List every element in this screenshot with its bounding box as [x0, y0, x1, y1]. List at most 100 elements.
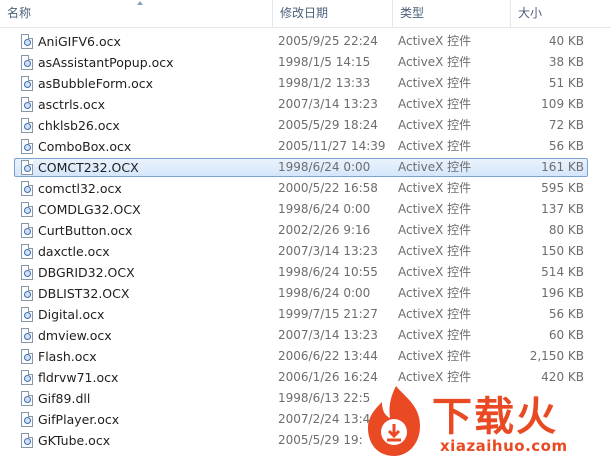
activex-file-icon	[21, 118, 33, 133]
file-size: 196 KB	[541, 286, 584, 300]
file-row[interactable]: asBubbleForm.ocx 1998/1/2 13:33 ActiveX 控件…	[0, 73, 611, 94]
file-row[interactable]: asAssistantPopup.ocx 1998/1/5 14:15 Active…	[0, 52, 611, 73]
file-date: 1998/1/5 14:15	[278, 55, 371, 69]
file-name: dmview.ocx	[38, 328, 112, 343]
file-name: chklsb26.ocx	[38, 118, 120, 133]
file-type: ActiveX 控件	[398, 244, 472, 258]
column-header-name-label: 名称	[7, 6, 32, 20]
activex-file-icon	[21, 244, 33, 259]
activex-file-icon	[21, 139, 33, 154]
file-date: 1998/6/24 0:00	[278, 202, 371, 216]
activex-file-icon	[21, 307, 33, 322]
file-row[interactable]: ComboBox.ocx 2005/11/27 14:39 ActiveX 控件 56…	[0, 136, 611, 157]
file-row[interactable]: daxctle.ocx 2007/3/14 13:23 ActiveX 控件 150 …	[0, 241, 611, 262]
column-header-type[interactable]: 类型	[392, 0, 510, 27]
file-name: asAssistantPopup.ocx	[38, 55, 174, 70]
file-name: GKTube.ocx	[38, 433, 111, 448]
file-type: ActiveX 控件	[398, 118, 472, 132]
file-type: ActiveX 控件	[398, 202, 472, 216]
flame-logo-icon	[368, 386, 420, 456]
file-row[interactable]: Digital.ocx 1999/7/15 21:27 ActiveX 控件 56 K…	[0, 304, 611, 325]
sort-ascending-icon	[137, 1, 143, 5]
column-header-name[interactable]: 名称	[0, 0, 272, 27]
file-type: ActiveX 控件	[398, 34, 472, 48]
file-date: 2005/5/29 18:24	[278, 118, 378, 132]
activex-file-icon	[21, 265, 33, 280]
file-type: ActiveX 控件	[398, 286, 472, 300]
activex-file-icon	[21, 286, 33, 301]
file-type: ActiveX 控件	[398, 181, 472, 195]
file-name: COMDLG32.OCX	[38, 202, 141, 217]
file-type: ActiveX 控件	[398, 223, 472, 237]
file-name: AniGIFV6.ocx	[38, 34, 121, 49]
file-size: 150 KB	[541, 244, 584, 258]
activex-file-icon	[21, 370, 33, 385]
file-row[interactable]: COMCT232.OCX 1998/6/24 0:00 ActiveX 控件 161 …	[0, 157, 611, 178]
file-row[interactable]: DBLIST32.OCX 1998/6/24 0:00 ActiveX 控件 196 …	[0, 283, 611, 304]
file-row[interactable]: DBGRID32.OCX 1998/6/24 10:55 ActiveX 控件 514…	[0, 262, 611, 283]
file-date: 2006/6/22 13:44	[278, 349, 378, 363]
file-type: ActiveX 控件	[398, 265, 472, 279]
file-name: asBubbleForm.ocx	[38, 76, 154, 91]
file-date: 2007/3/14 13:23	[278, 97, 378, 111]
activex-file-icon	[21, 55, 33, 70]
file-row[interactable]: chklsb26.ocx 2005/5/29 18:24 ActiveX 控件 72 …	[0, 115, 611, 136]
file-date: 1998/6/13 22:5	[278, 391, 371, 405]
file-size: 56 KB	[548, 307, 584, 321]
column-header-bar: 名称 修改日期 类型 大小	[0, 0, 611, 28]
watermark-brand: 下载火	[432, 394, 558, 440]
file-row[interactable]: dmview.ocx 2007/3/14 13:23 ActiveX 控件 60 KB	[0, 325, 611, 346]
file-name: GifPlayer.ocx	[38, 412, 120, 427]
file-name: Gif89.dll	[38, 391, 91, 406]
file-size: 595 KB	[541, 181, 584, 195]
file-type: ActiveX 控件	[398, 97, 472, 111]
activex-file-icon	[21, 76, 33, 91]
file-size: 51 KB	[548, 76, 584, 90]
activex-file-icon	[21, 391, 33, 406]
activex-file-icon	[21, 433, 33, 448]
file-name: Digital.ocx	[38, 307, 105, 322]
column-header-size[interactable]: 大小	[510, 0, 611, 27]
file-type: ActiveX 控件	[398, 307, 472, 321]
file-date: 2002/2/26 9:16	[278, 223, 371, 237]
activex-file-icon	[21, 202, 33, 217]
activex-file-icon	[21, 34, 33, 49]
file-size: 40 KB	[548, 34, 584, 48]
column-header-date-label: 修改日期	[280, 6, 329, 20]
file-row[interactable]: comctl32.ocx 2000/5/22 16:58 ActiveX 控件 595…	[0, 178, 611, 199]
file-row[interactable]: asctrls.ocx 2007/3/14 13:23 ActiveX 控件 109 …	[0, 94, 611, 115]
activex-file-icon	[21, 160, 33, 175]
file-name: fldrvw71.ocx	[38, 370, 119, 385]
file-date: 2007/3/14 13:23	[278, 328, 378, 342]
file-name: DBGRID32.OCX	[38, 265, 135, 280]
file-date: 1998/6/24 0:00	[278, 160, 371, 174]
column-header-size-label: 大小	[518, 6, 543, 20]
file-date: 2005/5/29 19:	[278, 433, 363, 447]
file-date: 2005/9/25 22:24	[278, 34, 378, 48]
file-name: comctl32.ocx	[38, 181, 122, 196]
file-date: 2007/3/14 13:23	[278, 244, 378, 258]
file-row[interactable]: AniGIFV6.ocx 2005/9/25 22:24 ActiveX 控件 40 …	[0, 31, 611, 52]
file-date: 1998/6/24 10:55	[278, 265, 378, 279]
file-row[interactable]: CurtButton.ocx 2002/2/26 9:16 ActiveX 控件 80…	[0, 220, 611, 241]
activex-file-icon	[21, 412, 33, 427]
watermark-url: xiazaihuo.com	[440, 437, 568, 455]
file-type: ActiveX 控件	[398, 55, 472, 69]
activex-file-icon	[21, 181, 33, 196]
file-size: 38 KB	[548, 55, 584, 69]
column-header-date[interactable]: 修改日期	[272, 0, 392, 27]
file-row[interactable]: Flash.ocx 2006/6/22 13:44 ActiveX 控件 2,150 …	[0, 346, 611, 367]
file-name: COMCT232.OCX	[38, 160, 139, 175]
file-date: 1998/6/24 0:00	[278, 286, 371, 300]
file-size: 2,150 KB	[529, 349, 584, 363]
file-row[interactable]: COMDLG32.OCX 1998/6/24 0:00 ActiveX 控件 137 …	[0, 199, 611, 220]
file-size: 109 KB	[541, 97, 584, 111]
file-size: 137 KB	[541, 202, 584, 216]
activex-file-icon	[21, 223, 33, 238]
file-name: daxctle.ocx	[38, 244, 110, 259]
file-name: Flash.ocx	[38, 349, 97, 364]
activex-file-icon	[21, 328, 33, 343]
file-type: ActiveX 控件	[398, 328, 472, 342]
file-type: ActiveX 控件	[398, 349, 472, 363]
file-type: ActiveX 控件	[398, 139, 472, 153]
